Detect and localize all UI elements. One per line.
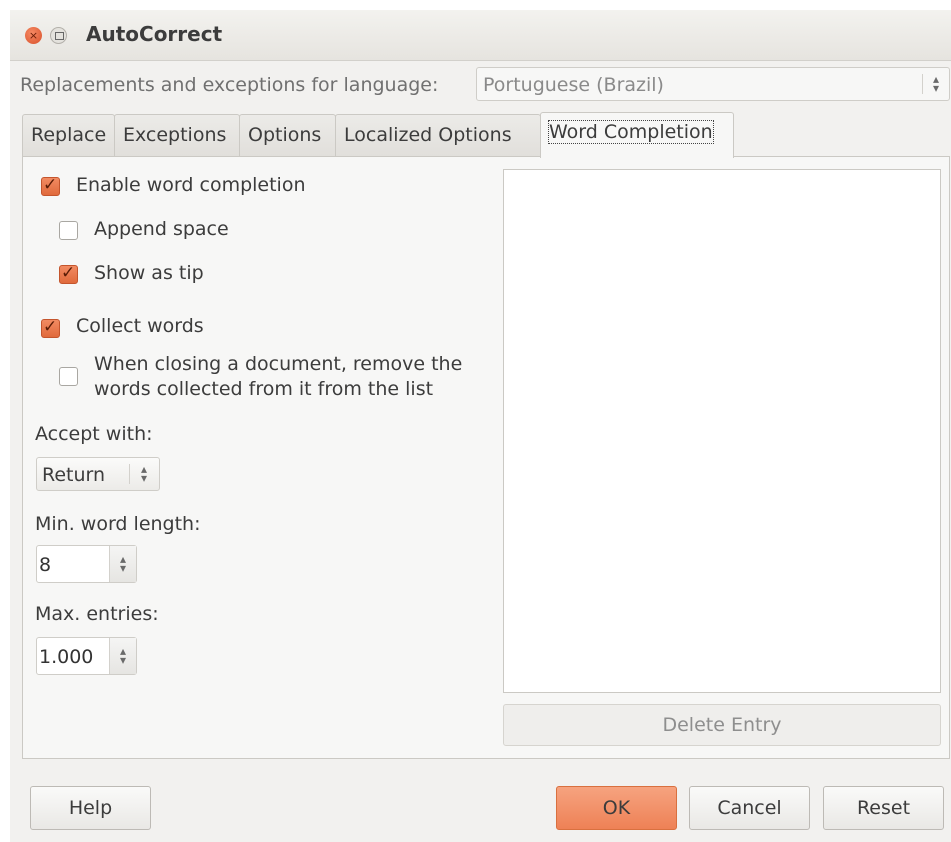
accept-with-value: Return — [42, 464, 106, 486]
chevron-down-icon: ▾ — [140, 471, 148, 485]
tab-word-completion[interactable]: Word Completion — [540, 112, 734, 158]
autocorrect-dialog: Replacements and exceptions for language… — [10, 61, 951, 842]
accept-with-select[interactable]: Return ▴ ▾ — [36, 457, 160, 491]
language-select[interactable]: Portuguese (Brazil) ▴ ▾ — [476, 67, 950, 101]
delete-entry-button[interactable]: Delete Entry — [503, 704, 941, 746]
max-entries-label: Max. entries: — [35, 603, 159, 625]
remove-on-close-label-line2: words collected from it from the list — [94, 378, 434, 400]
tab-label: Options — [248, 124, 322, 146]
enable-word-completion-checkbox[interactable] — [41, 175, 60, 196]
reset-button[interactable]: Reset — [823, 786, 944, 830]
min-word-length-spinner[interactable]: 8 ▴ ▾ — [36, 545, 137, 583]
collect-words-checkbox[interactable] — [41, 317, 60, 338]
show-as-tip-checkbox[interactable] — [59, 263, 78, 284]
language-label: Replacements and exceptions for language… — [20, 74, 439, 96]
help-button[interactable]: Help — [30, 786, 151, 830]
remove-on-close-checkbox[interactable] — [59, 367, 78, 386]
chevron-down-icon[interactable]: ▾ — [117, 562, 129, 574]
select-separator — [129, 464, 130, 484]
remove-on-close-label-line1: When closing a document, remove the — [94, 353, 463, 375]
tab-localized-options[interactable]: Localized Options — [335, 114, 541, 156]
collect-words-label: Collect words — [76, 315, 204, 337]
tab-options[interactable]: Options — [239, 114, 336, 156]
max-entries-spinner[interactable]: 1.000 ▴ ▾ — [36, 637, 137, 675]
title-bar: × AutoCorrect — [10, 10, 951, 61]
chevron-down-icon: ▾ — [932, 81, 940, 95]
tab-exceptions[interactable]: Exceptions — [114, 114, 240, 156]
cancel-button[interactable]: Cancel — [689, 786, 810, 830]
word-completion-panel: Enable word completion Append space Show… — [22, 156, 950, 759]
spin-buttons[interactable]: ▴ ▾ — [109, 638, 136, 674]
chevron-down-icon[interactable]: ▾ — [117, 654, 129, 666]
maximize-icon[interactable] — [50, 27, 67, 44]
max-entries-value: 1.000 — [39, 646, 94, 668]
select-separator — [922, 74, 923, 94]
collected-words-list[interactable] — [503, 169, 941, 693]
close-icon[interactable]: × — [25, 27, 42, 44]
spin-buttons[interactable]: ▴ ▾ — [109, 546, 136, 582]
append-space-label: Append space — [94, 218, 229, 240]
tab-label: Localized Options — [344, 124, 512, 146]
show-as-tip-label: Show as tip — [94, 262, 204, 284]
tab-label: Replace — [31, 124, 107, 146]
min-word-length-label: Min. word length: — [35, 513, 201, 535]
ok-button[interactable]: OK — [556, 786, 677, 830]
min-word-length-value: 8 — [39, 554, 52, 576]
enable-word-completion-label: Enable word completion — [76, 174, 306, 196]
append-space-checkbox[interactable] — [59, 221, 78, 240]
window-title: AutoCorrect — [86, 22, 223, 46]
tab-label: Word Completion — [548, 120, 714, 144]
tab-label: Exceptions — [123, 124, 227, 146]
tab-replace[interactable]: Replace — [22, 114, 115, 156]
language-select-value: Portuguese (Brazil) — [483, 74, 664, 96]
accept-with-label: Accept with: — [35, 423, 153, 445]
